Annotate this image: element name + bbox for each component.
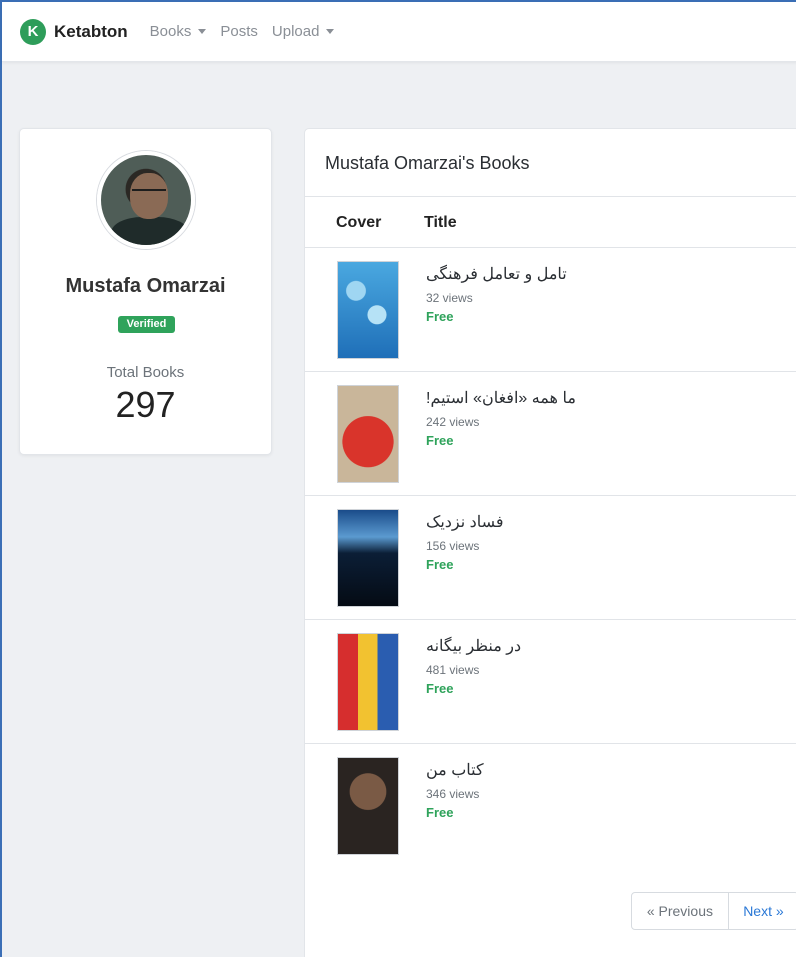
avatar-body-shape (111, 217, 189, 245)
table-row: در منظر بیگانه 481 views Free (305, 620, 796, 744)
book-views: 346 views (426, 787, 480, 801)
book-price-badge: Free (426, 805, 454, 820)
table-row: فساد نزدیک 156 views Free (305, 496, 796, 620)
book-title-link[interactable]: تامل و تعامل فرهنگی (426, 264, 567, 284)
book-views: 242 views (426, 415, 480, 429)
book-cover-image[interactable] (337, 261, 399, 359)
brand-name: Ketabton (54, 21, 128, 41)
brand-link[interactable]: K Ketabton (20, 18, 128, 45)
book-title-link[interactable]: کتاب من (426, 760, 484, 780)
nav-books-label: Books (149, 23, 192, 40)
pagination: « Previous Next » (631, 892, 796, 930)
book-price-badge: Free (426, 433, 454, 448)
book-title-link[interactable]: فساد نزدیک (426, 512, 504, 532)
avatar-glasses-shape (132, 189, 166, 197)
column-header-cover: Cover (336, 214, 382, 231)
column-header-title: Title (424, 214, 457, 231)
chevron-down-icon (326, 29, 335, 34)
verified-badge: Verified (118, 316, 175, 333)
book-views: 481 views (426, 663, 480, 677)
book-price-badge: Free (426, 309, 454, 324)
books-card: Mustafa Omarzai's Books Cover Title تامل… (304, 128, 796, 957)
book-cover-image[interactable] (337, 757, 399, 855)
profile-name: Mustafa Omarzai (65, 275, 226, 297)
avatar (97, 151, 195, 249)
previous-page-button[interactable]: « Previous (632, 893, 729, 929)
nav-upload-label: Upload (271, 23, 320, 40)
ketabton-logo-icon: K (20, 18, 46, 45)
total-books-count: 297 (115, 384, 176, 425)
book-title-link[interactable]: در منظر بیگانه (426, 636, 521, 656)
nav-posts-link[interactable]: Posts (220, 23, 258, 40)
navbar: K Ketabton Books Posts Upload (2, 2, 796, 62)
books-heading: Mustafa Omarzai's Books (325, 153, 530, 173)
nav-posts-label: Posts (220, 23, 258, 40)
book-title-link[interactable]: ما همه «افغان» استیم! (426, 388, 576, 408)
table-row: تامل و تعامل فرهنگی 32 views Free (305, 248, 796, 372)
chevron-down-icon (198, 29, 207, 34)
book-cover-image[interactable] (337, 633, 399, 731)
divider (305, 196, 796, 197)
book-cover-image[interactable] (337, 385, 399, 483)
profile-card: Mustafa Omarzai Verified Total Books 297 (19, 128, 272, 455)
nav-upload-dropdown[interactable]: Upload (272, 23, 335, 40)
book-views: 156 views (426, 539, 480, 553)
table-row: ما همه «افغان» استیم! 242 views Free (305, 372, 796, 496)
book-views: 32 views (426, 291, 473, 305)
book-cover-image[interactable] (337, 509, 399, 607)
table-row: کتاب من 346 views Free (305, 744, 796, 868)
nav-books-dropdown[interactable]: Books (150, 23, 207, 40)
next-page-button[interactable]: Next » (729, 893, 796, 929)
book-price-badge: Free (426, 681, 454, 696)
total-books-label: Total Books (106, 364, 185, 381)
book-price-badge: Free (426, 557, 454, 572)
